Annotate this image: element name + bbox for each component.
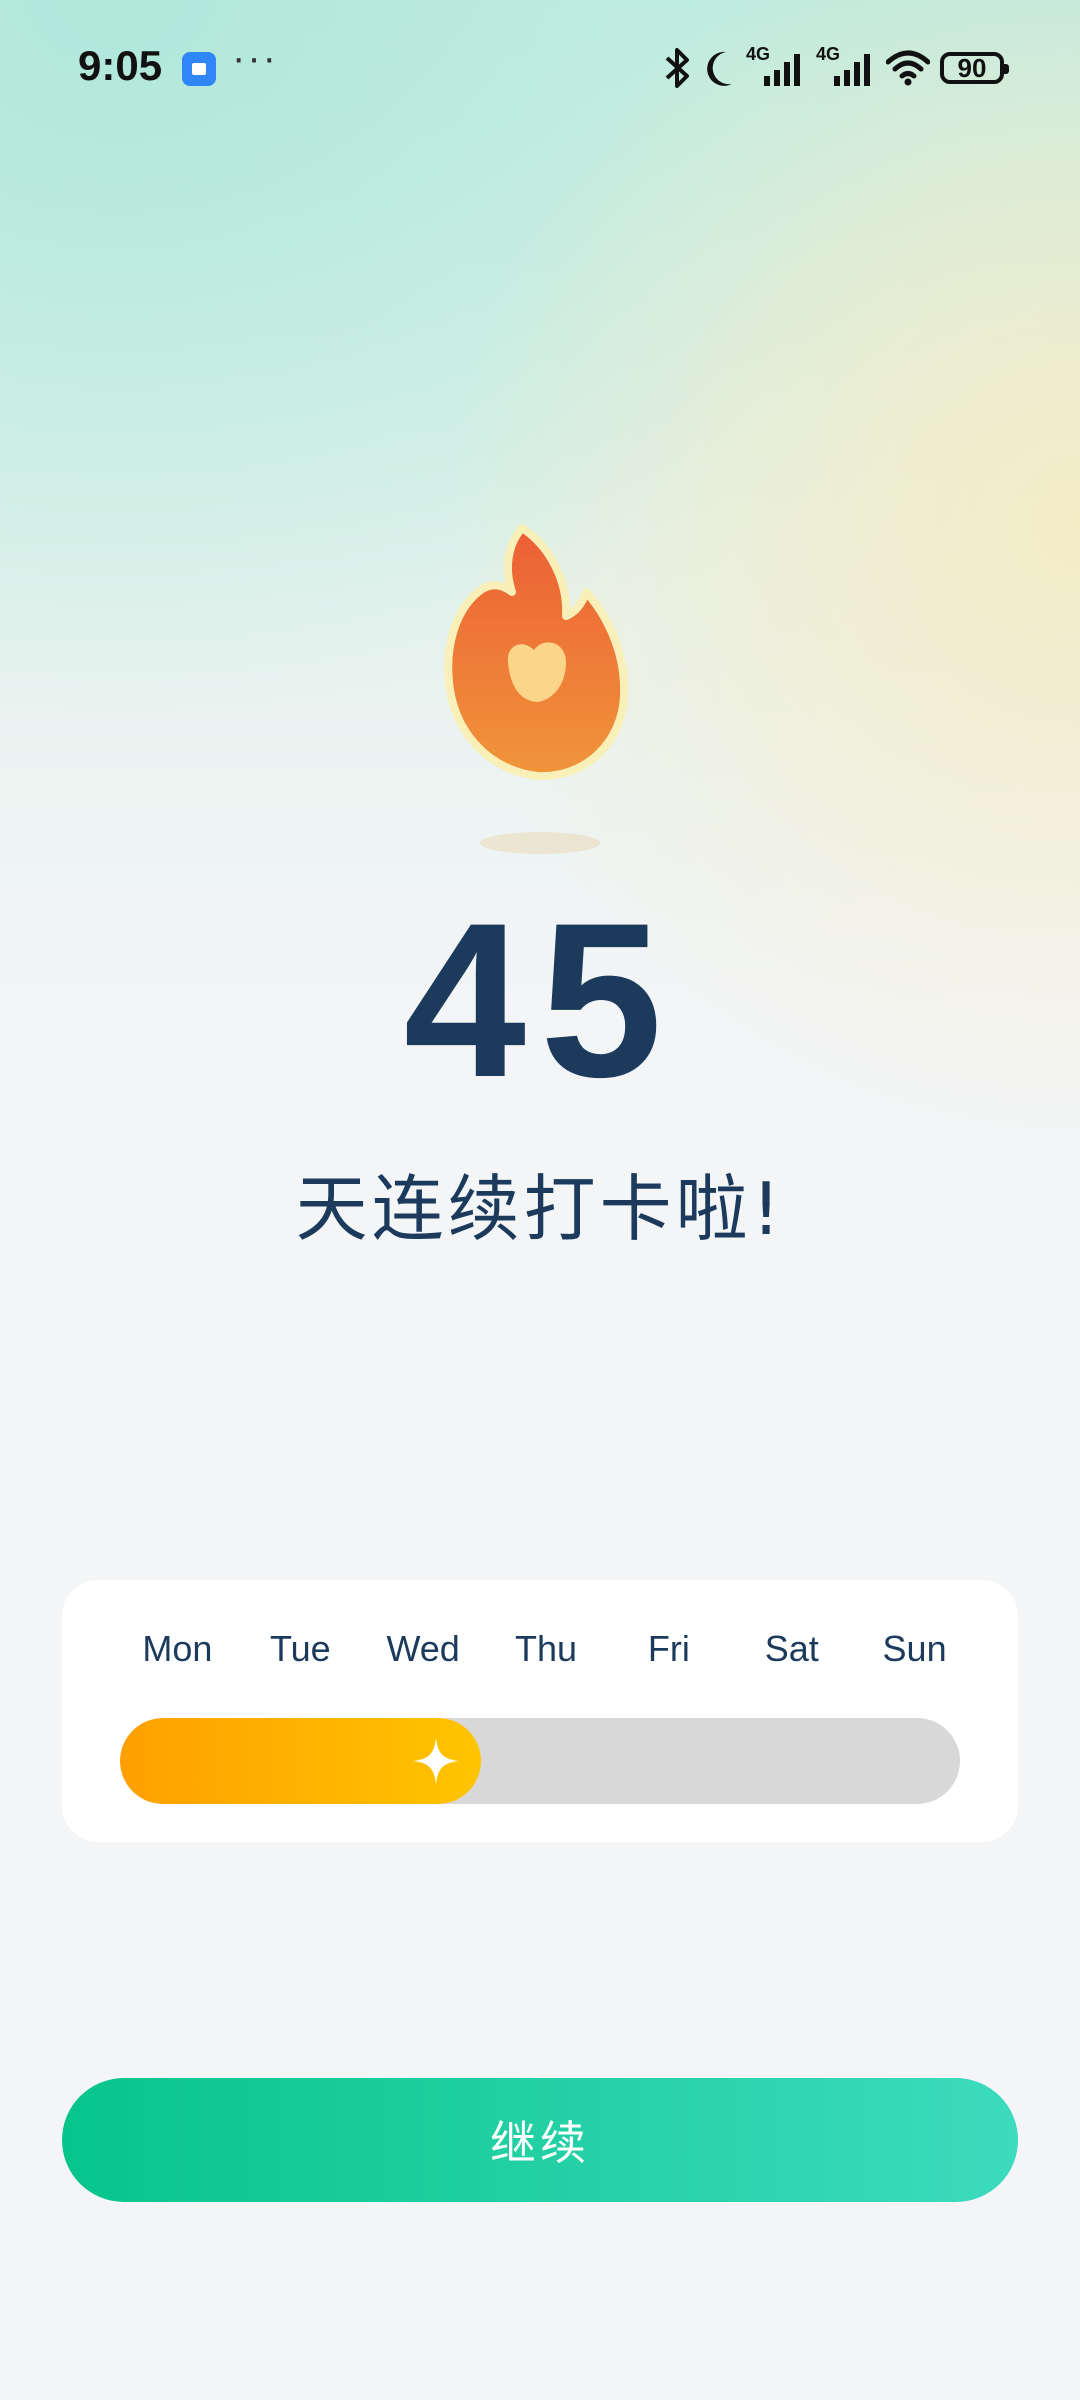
moon-icon [707,51,732,86]
weekly-progress-card: Mon Tue Wed Thu Fri Sat Sun [62,1580,1018,1842]
wifi-icon [886,50,930,86]
more-dots-icon: ··· [232,36,278,80]
streak-day-count: 45 [403,877,677,1123]
weekday-label: Wed [386,1628,460,1669]
weekday-label: Tue [269,1628,331,1669]
weekday-label: Mon [142,1628,213,1669]
status-time: 9:05 [78,42,163,89]
app-notification-icon [182,52,216,86]
flame-heart-icon [444,524,629,781]
weekday-label: Thu [514,1628,578,1669]
4g-signal-icon: 4G [746,44,806,90]
weekday-label: Sun [882,1628,947,1669]
continue-button[interactable]: 继续 [62,2078,1018,2202]
battery-icon: 90 [940,52,1009,84]
status-icons: 4G 4G 90 [662,44,1009,92]
sparkle-icon [413,1738,459,1784]
weekday-labels: Mon Tue Wed Thu Fri Sat Sun [116,1628,976,1670]
week-progress-track [120,1718,960,1804]
weekday-label: Sat [764,1628,819,1669]
flame-shadow [480,832,600,854]
weekday-label: Fri [647,1628,690,1669]
streak-caption: 天连续打卡啦! [295,1167,785,1251]
bluetooth-icon [665,48,689,88]
status-bar: 9:05 ··· 4G 4G 90 [0,0,1080,140]
4g-signal-icon: 4G [816,44,876,90]
battery-level: 90 [957,52,987,83]
